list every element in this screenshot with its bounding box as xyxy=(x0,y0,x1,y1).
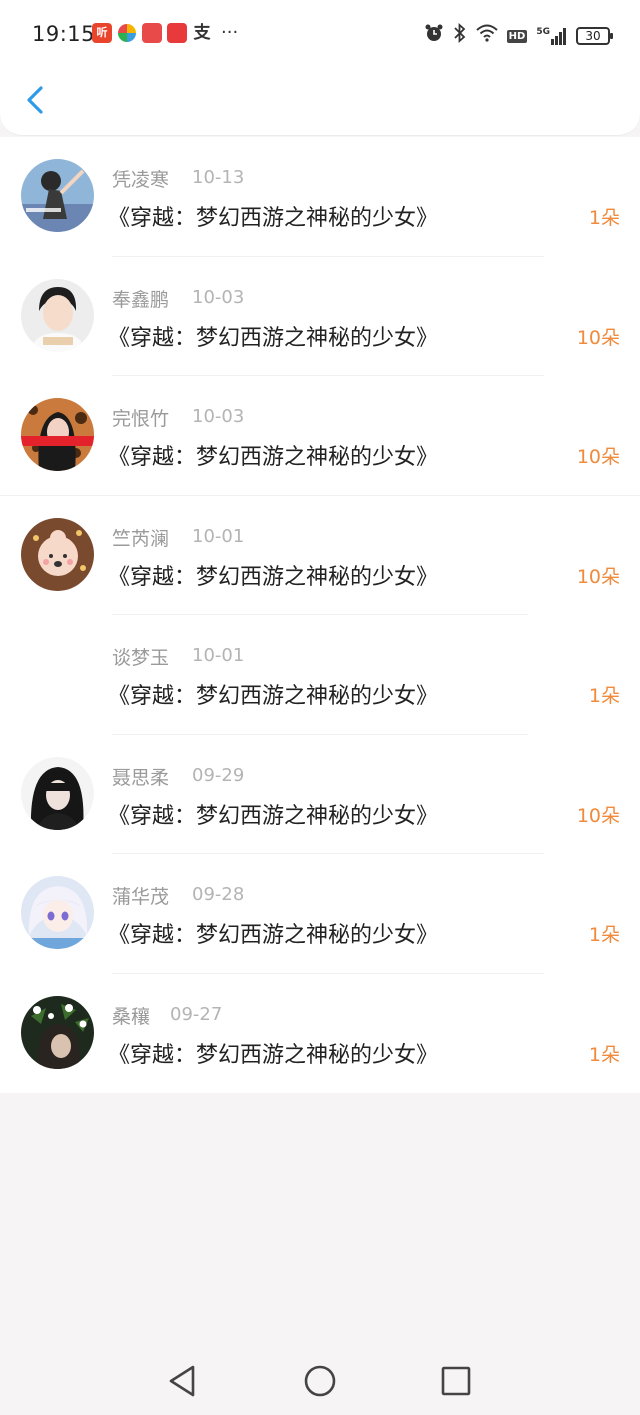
ting-app-icon: 听 xyxy=(92,23,112,43)
avatar[interactable] xyxy=(21,159,94,232)
system-icons: HD 5G 30 xyxy=(424,22,613,49)
status-time: 19:15 xyxy=(32,22,96,46)
avatar[interactable] xyxy=(21,995,94,1069)
battery-icon: 30 xyxy=(576,27,613,45)
gift-date: 09-28 xyxy=(192,884,245,905)
user-name: 谈梦玉 xyxy=(112,647,170,669)
list-item[interactable]: 桑穰 09-27 《穿越：梦幻西游之神秘的少女》 1朵 xyxy=(0,974,640,1094)
book-title: 《穿越：梦幻西游之神秘的少女》 xyxy=(108,325,439,351)
red-c-app-icon xyxy=(167,23,187,43)
book-title: 《穿越：梦幻西游之神秘的少女》 xyxy=(108,445,439,470)
flower-count: 1朵 xyxy=(588,685,620,707)
system-nav-bar xyxy=(0,1348,640,1415)
status-bar: 19:15 听 支 ··· HD 5G 30 xyxy=(0,0,640,70)
gift-date: 10-13 xyxy=(192,167,245,188)
list-item[interactable]: 谈梦玉 10-01 《穿越：梦幻西游之神秘的少女》 1朵 xyxy=(0,615,640,735)
gift-date: 09-27 xyxy=(170,1003,223,1025)
book-title: 《穿越：梦幻西游之神秘的少女》 xyxy=(108,923,439,948)
flower-count: 10朵 xyxy=(576,565,620,588)
list-item[interactable]: 凭凌寒 10-13 《穿越：梦幻西游之神秘的少女》 1朵 xyxy=(0,137,640,257)
back-button[interactable] xyxy=(18,80,54,120)
circle-home-icon xyxy=(304,1365,336,1397)
list-item[interactable]: 蒲华茂 09-28 《穿越：梦幻西游之神秘的少女》 1朵 xyxy=(0,854,640,974)
gift-date: 10-03 xyxy=(192,406,245,427)
book-title: 《穿越：梦幻西游之神秘的少女》 xyxy=(108,1042,439,1068)
alarm-icon xyxy=(424,23,444,49)
triangle-back-icon xyxy=(169,1365,195,1397)
nav-back-button[interactable] xyxy=(166,1364,200,1398)
user-name: 聂思柔 xyxy=(112,766,170,789)
notification-icons: 听 支 ··· xyxy=(92,23,238,43)
square-recents-icon xyxy=(441,1366,471,1396)
flower-count: 1朵 xyxy=(588,1043,620,1066)
avatar[interactable] xyxy=(21,278,94,352)
network-type-label: 5G xyxy=(536,27,550,37)
gift-list: 凭凌寒 10-13 《穿越：梦幻西游之神秘的少女》 1朵 奉鑫鹏 10-03 《… xyxy=(0,137,640,1093)
flower-count: 10朵 xyxy=(576,326,620,349)
flower-count: 10朵 xyxy=(576,804,620,827)
nav-home-button[interactable] xyxy=(303,1364,337,1398)
avatar[interactable] xyxy=(21,517,94,591)
bluetooth-icon xyxy=(453,22,467,49)
avatar[interactable] xyxy=(21,876,94,949)
user-name: 桑穰 xyxy=(112,1005,151,1028)
wifi-icon xyxy=(476,24,498,48)
book-title: 《穿越：梦幻西游之神秘的少女》 xyxy=(108,684,439,709)
list-item[interactable]: 聂思柔 09-29 《穿越：梦幻西游之神秘的少女》 10朵 xyxy=(0,735,640,854)
pinwheel-app-icon xyxy=(117,23,137,43)
header xyxy=(0,68,640,136)
user-name: 竺芮澜 xyxy=(112,527,170,550)
gift-date: 10-03 xyxy=(192,286,245,308)
more-notifications-icon: ··· xyxy=(221,22,239,43)
gift-date: 10-01 xyxy=(192,645,245,666)
alipay-icon: 支 xyxy=(193,23,211,43)
user-name: 完恨竹 xyxy=(112,408,170,430)
list-item[interactable]: 竺芮澜 10-01 《穿越：梦幻西游之神秘的少女》 10朵 xyxy=(0,496,640,615)
gift-date: 09-29 xyxy=(192,764,245,786)
nav-recents-button[interactable] xyxy=(439,1364,473,1398)
flower-count: 10朵 xyxy=(576,446,620,468)
book-title: 《穿越：梦幻西游之神秘的少女》 xyxy=(108,803,439,829)
book-title: 《穿越：梦幻西游之神秘的少女》 xyxy=(108,564,439,590)
avatar[interactable] xyxy=(21,398,94,471)
flower-count: 1朵 xyxy=(588,924,620,946)
user-name: 凭凌寒 xyxy=(112,169,170,191)
book-title: 《穿越：梦幻西游之神秘的少女》 xyxy=(108,206,439,231)
hd-icon: HD xyxy=(506,29,528,43)
list-item[interactable]: 奉鑫鹏 10-03 《穿越：梦幻西游之神秘的少女》 10朵 xyxy=(0,257,640,376)
red-app-icon xyxy=(142,23,162,43)
flower-count: 1朵 xyxy=(588,207,620,229)
gift-date: 10-01 xyxy=(192,525,245,547)
chevron-left-icon xyxy=(27,86,43,114)
list-item[interactable]: 完恨竹 10-03 《穿越：梦幻西游之神秘的少女》 10朵 xyxy=(0,376,640,496)
user-name: 奉鑫鹏 xyxy=(112,288,170,311)
user-name: 蒲华茂 xyxy=(112,886,170,908)
avatar[interactable] xyxy=(21,756,94,830)
signal-icon: 5G xyxy=(536,27,567,45)
